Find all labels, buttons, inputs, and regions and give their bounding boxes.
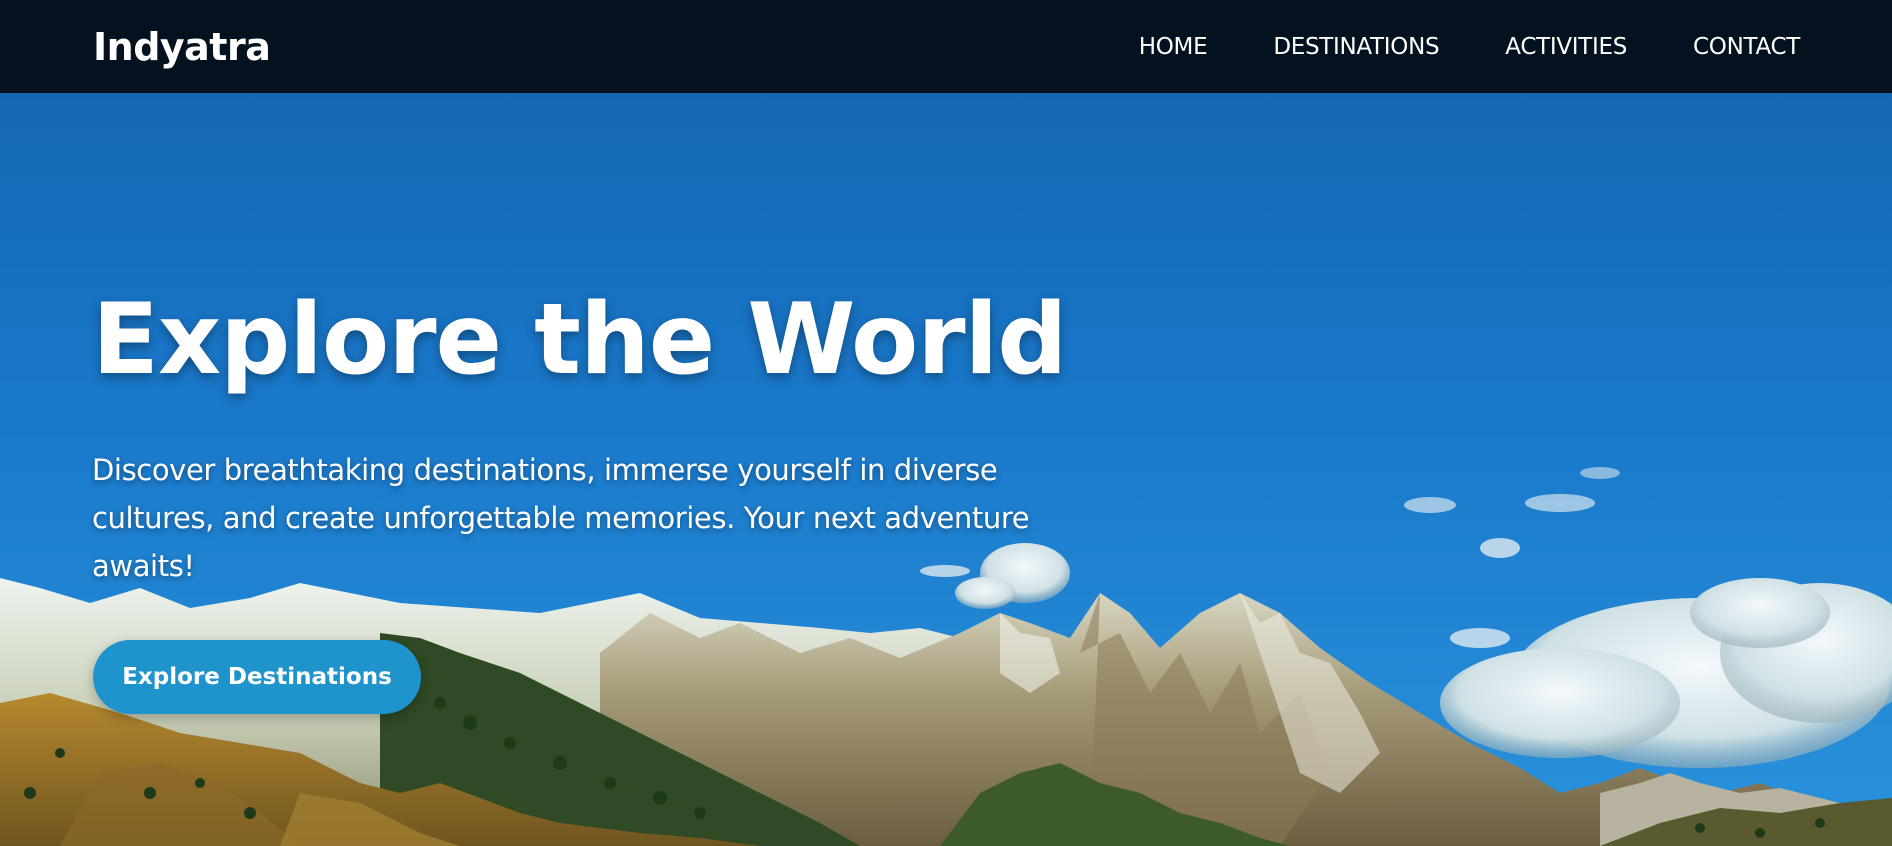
navbar: Indyatra HOME DESTINATIONS ACTIVITIES CO… xyxy=(0,0,1892,93)
explore-destinations-button[interactable]: Explore Destinations xyxy=(93,640,421,714)
nav-link-destinations[interactable]: DESTINATIONS xyxy=(1273,34,1439,60)
hero-title: Explore the World xyxy=(92,283,1067,397)
nav-link-contact[interactable]: CONTACT xyxy=(1693,34,1800,60)
nav-link-home[interactable]: HOME xyxy=(1139,34,1208,60)
hero-section: Explore the World Discover breathtaking … xyxy=(0,93,1892,846)
site-logo[interactable]: Indyatra xyxy=(93,25,271,69)
hero-subtitle: Discover breathtaking destinations, imme… xyxy=(92,453,1030,583)
main-nav: HOME DESTINATIONS ACTIVITIES CONTACT xyxy=(1073,34,1801,60)
nav-link-activities[interactable]: ACTIVITIES xyxy=(1505,34,1627,60)
